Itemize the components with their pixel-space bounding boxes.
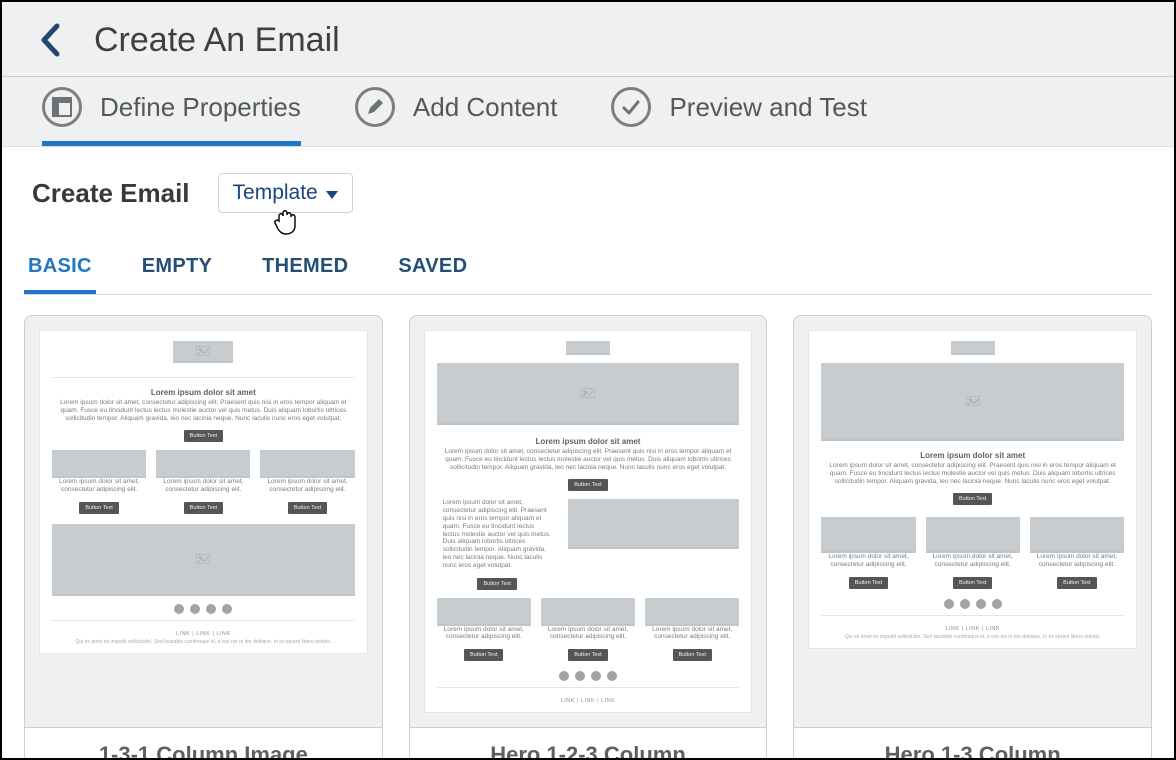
template-card-hero-1-3[interactable]: Lorem ipsum dolor sit amet Lorem ipsum d…	[793, 315, 1152, 758]
template-label: Hero 1-2-3 Column	[410, 727, 767, 758]
step-define-properties[interactable]: Define Properties	[42, 87, 301, 146]
layout-icon	[42, 87, 82, 127]
subtab-themed[interactable]: THEMED	[258, 255, 352, 294]
template-label: Hero 1-3 Column	[794, 727, 1151, 758]
page-title: Create An Email	[94, 21, 340, 60]
cursor-icon	[273, 207, 299, 241]
step-label: Define Properties	[100, 92, 301, 123]
chevron-left-icon	[39, 23, 61, 57]
placeholder-icon	[437, 363, 740, 425]
step-preview-test[interactable]: Preview and Test	[611, 87, 867, 146]
subtab-saved[interactable]: SAVED	[394, 255, 471, 294]
template-cards: Lorem ipsum dolor sit amet Lorem ipsum d…	[24, 315, 1152, 758]
dropdown-label: Template	[233, 181, 318, 205]
step-add-content[interactable]: Add Content	[355, 87, 558, 146]
template-label: 1-3-1 Column Image	[25, 727, 382, 758]
wizard-steps: Define Properties Add Content Preview an…	[2, 77, 1174, 146]
placeholder-icon	[52, 524, 355, 596]
step-label: Add Content	[413, 92, 558, 123]
template-card-hero-1-2-3[interactable]: Lorem ipsum dolor sit amet Lorem ipsum d…	[409, 315, 768, 758]
template-preview: Lorem ipsum dolor sit amet Lorem ipsum d…	[25, 316, 382, 727]
placeholder-icon	[821, 363, 1124, 441]
pencil-icon	[355, 87, 395, 127]
template-card-1-3-1[interactable]: Lorem ipsum dolor sit amet Lorem ipsum d…	[24, 315, 383, 758]
template-subtabs: BASIC EMPTY THEMED SAVED	[24, 255, 1152, 295]
template-preview: Lorem ipsum dolor sit amet Lorem ipsum d…	[410, 316, 767, 727]
placeholder-icon	[173, 341, 233, 363]
section-title: Create Email	[32, 178, 190, 209]
template-dropdown[interactable]: Template	[218, 173, 353, 213]
back-button[interactable]	[30, 20, 70, 60]
template-preview: Lorem ipsum dolor sit amet Lorem ipsum d…	[794, 316, 1151, 727]
subtab-empty[interactable]: EMPTY	[138, 255, 216, 294]
step-label: Preview and Test	[669, 92, 867, 123]
subtab-basic[interactable]: BASIC	[24, 255, 96, 294]
check-icon	[611, 87, 651, 127]
caret-down-icon	[326, 181, 338, 205]
